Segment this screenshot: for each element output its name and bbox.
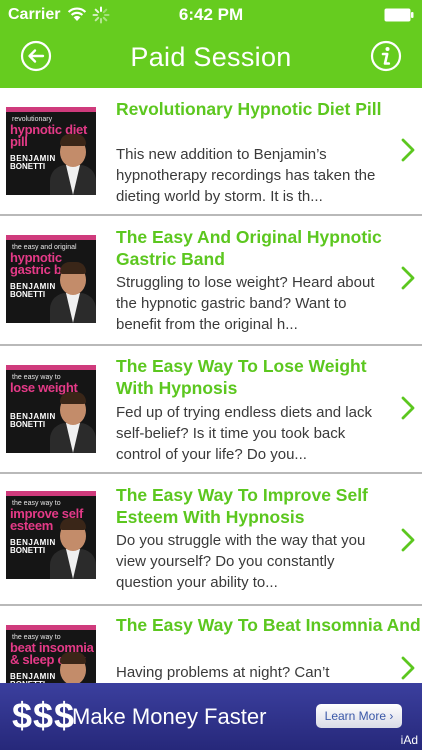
cover-portrait-hair bbox=[60, 652, 86, 664]
status-bar: Carrier 6:42 PM bbox=[0, 0, 422, 30]
ad-dollar-signs: $$$ bbox=[12, 695, 76, 736]
cover-accent-bar bbox=[6, 107, 96, 112]
product-cover-image: the easy way to beat insomnia & sleep ea… bbox=[6, 625, 96, 683]
session-description: This new addition to Benjamin’s hypnothe… bbox=[116, 146, 376, 205]
cover-portrait-hair bbox=[60, 518, 86, 530]
cover-accent-bar bbox=[6, 491, 96, 496]
learn-more-button[interactable]: Learn More › bbox=[316, 704, 402, 728]
cover-portrait-hair bbox=[60, 134, 86, 146]
session-title: The Easy And Original Hypnotic Gastric B… bbox=[116, 227, 382, 269]
ad-banner[interactable]: $$$ Make Money Faster Learn More › iAd bbox=[0, 683, 422, 750]
chevron-right-icon[interactable] bbox=[401, 396, 415, 420]
ad-headline: Make Money Faster bbox=[72, 704, 267, 729]
session-list: revolutionary hypnotic diet pill BENJAMI… bbox=[0, 88, 422, 683]
session-row[interactable]: revolutionary hypnotic diet pill BENJAMI… bbox=[0, 88, 422, 216]
session-row[interactable]: the easy way to lose weight BENJAMIN BON… bbox=[0, 346, 422, 474]
session-row[interactable]: the easy and original hypnotic gastric b… bbox=[0, 216, 422, 346]
chevron-right-icon[interactable] bbox=[401, 656, 415, 680]
app-root: Carrier 6:42 PM Paid Session revolutiona… bbox=[0, 0, 422, 750]
info-icon[interactable] bbox=[370, 40, 402, 72]
cover-portrait-hair bbox=[60, 262, 86, 274]
page-title: Paid Session bbox=[130, 42, 292, 72]
chevron-right-icon[interactable] bbox=[401, 138, 415, 162]
top-bar: Carrier 6:42 PM Paid Session bbox=[0, 0, 422, 88]
session-title: Revolutionary Hypnotic Diet Pill bbox=[116, 99, 382, 119]
session-title: The Easy Way To Beat Insomnia And Sleep … bbox=[116, 615, 422, 635]
product-cover-image: revolutionary hypnotic diet pill BENJAMI… bbox=[6, 107, 96, 195]
product-cover-image: the easy way to improve self esteem BENJ… bbox=[6, 491, 96, 579]
product-cover-image: the easy and original hypnotic gastric b… bbox=[6, 235, 96, 323]
cover-author-last: BONETTI bbox=[10, 162, 46, 171]
cover-accent-bar bbox=[6, 625, 96, 630]
session-title: The Easy Way To Lose Weight With Hypnosi… bbox=[116, 356, 367, 398]
status-time: 6:42 PM bbox=[178, 5, 244, 24]
session-description: Struggling to lose weight? Heard about t… bbox=[116, 274, 375, 333]
session-title: The Easy Way To Improve Self Esteem With… bbox=[116, 485, 368, 527]
cover-author-last: BONETTI bbox=[10, 420, 46, 429]
cover-author-last: BONETTI bbox=[10, 290, 46, 299]
cover-portrait-hair bbox=[60, 392, 86, 404]
chevron-right-icon[interactable] bbox=[401, 266, 415, 290]
product-cover-image: the easy way to lose weight BENJAMIN BON… bbox=[6, 365, 96, 453]
session-description: Having problems at night? Can’t bbox=[116, 664, 330, 681]
session-row[interactable]: the easy way to beat insomnia & sleep ea… bbox=[0, 606, 422, 683]
session-row[interactable]: the easy way to improve self esteem BENJ… bbox=[0, 474, 422, 606]
session-description: Fed up of trying endless diets and lack … bbox=[116, 404, 372, 463]
cover-accent-bar bbox=[6, 235, 96, 240]
iad-badge: iAd bbox=[400, 733, 418, 747]
battery-icon bbox=[384, 8, 414, 22]
cover-author-last: BONETTI bbox=[10, 546, 46, 555]
chevron-right-icon[interactable] bbox=[401, 528, 415, 552]
cover-accent-bar bbox=[6, 365, 96, 370]
cover-title-text: lose weight bbox=[10, 380, 78, 395]
chevron-right-small-icon: › bbox=[389, 709, 394, 723]
session-description: Do you struggle with the way that you vi… bbox=[116, 532, 366, 591]
learn-more-label: Learn More bbox=[324, 709, 387, 723]
